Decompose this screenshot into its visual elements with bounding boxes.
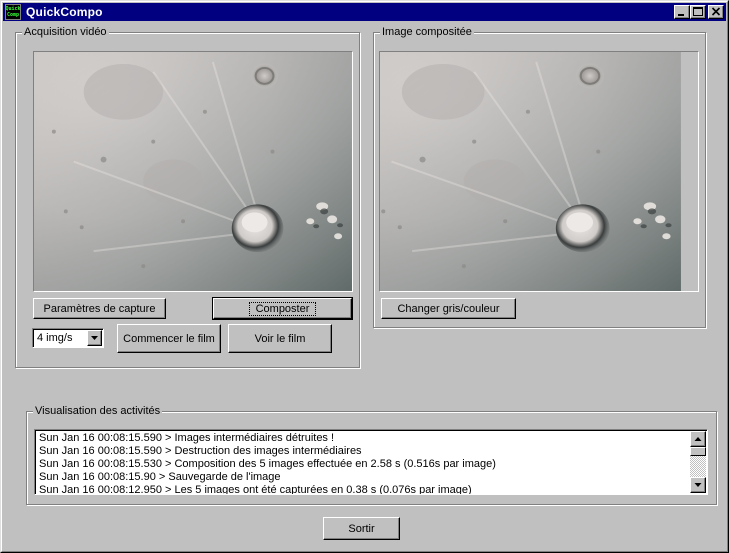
scroll-thumb[interactable]: [690, 447, 706, 456]
maximize-icon: [693, 7, 703, 16]
exit-button[interactable]: Sortir: [323, 517, 400, 540]
view-film-button[interactable]: Voir le film: [228, 324, 332, 353]
exit-button-label: Sortir: [348, 522, 375, 535]
app-icon: Quick Comp: [5, 4, 21, 20]
toggle-gray-color-button-label: Changer gris/couleur: [397, 302, 500, 315]
close-icon: [711, 7, 721, 16]
title-bar[interactable]: Quick Comp QuickCompo: [3, 3, 726, 21]
title-buttons: [674, 5, 724, 19]
minimize-icon: [678, 14, 684, 16]
capture-settings-button[interactable]: Paramètres de capture: [33, 298, 166, 319]
composite-group-label: Image compositée: [380, 26, 474, 39]
frame-rate-select[interactable]: 4 img/s: [32, 328, 104, 348]
log-line: Sun Jan 16 00:08:15.530 > Composition de…: [39, 458, 496, 470]
composite-image: [380, 52, 682, 291]
live-video-preview: [33, 51, 353, 292]
app-window: Quick Comp QuickCompo Acquisition vidéo …: [0, 0, 729, 553]
live-video-image: [34, 52, 352, 291]
chevron-down-icon: [91, 336, 98, 340]
start-film-button-label: Commencer le film: [123, 332, 215, 345]
log-line: Sun Jan 16 00:08:15.590 > Destruction de…: [39, 445, 362, 457]
arrow-up-icon: [694, 437, 702, 441]
compose-button-label: Composter: [248, 301, 317, 316]
window-title: QuickCompo: [26, 5, 103, 19]
capture-settings-button-label: Paramètres de capture: [43, 302, 156, 315]
app-icon-line-2: Comp: [6, 12, 20, 18]
maximize-button[interactable]: [690, 5, 706, 19]
composite-image-preview: [379, 51, 699, 292]
close-button[interactable]: [708, 5, 724, 19]
acquisition-group-label: Acquisition vidéo: [22, 26, 109, 39]
frame-rate-dropdown-button[interactable]: [87, 330, 102, 346]
activity-group-label: Visualisation des activités: [33, 405, 163, 418]
minimize-button[interactable]: [674, 5, 690, 19]
log-line: Sun Jan 16 00:08:15.590 > Images intermé…: [39, 432, 335, 444]
start-film-button[interactable]: Commencer le film: [117, 324, 221, 353]
compose-button[interactable]: Composter: [212, 297, 353, 320]
log-scrollbar[interactable]: [690, 431, 706, 493]
toggle-gray-color-button[interactable]: Changer gris/couleur: [381, 298, 516, 319]
activity-log[interactable]: Sun Jan 16 00:08:15.590 > Images intermé…: [34, 429, 708, 495]
log-line: Sun Jan 16 00:08:12.950 > Les 5 images o…: [39, 484, 472, 495]
view-film-button-label: Voir le film: [254, 332, 306, 345]
frame-rate-value: 4 img/s: [37, 332, 73, 344]
log-line: Sun Jan 16 00:08:15.90 > Sauvegarde de l…: [39, 471, 281, 483]
activity-log-lines: Sun Jan 16 00:08:15.590 > Images intermé…: [39, 432, 689, 495]
scroll-up-button[interactable]: [690, 431, 706, 447]
scroll-down-button[interactable]: [690, 477, 706, 493]
arrow-down-icon: [694, 483, 702, 487]
